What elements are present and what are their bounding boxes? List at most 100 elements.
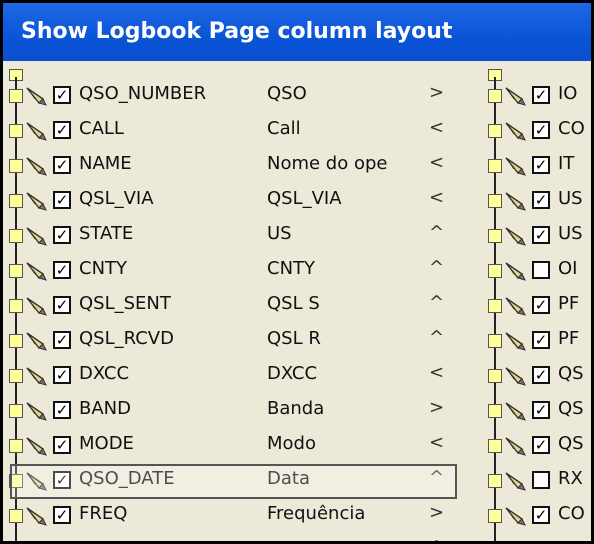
visible-checkbox[interactable]: ✓ xyxy=(532,226,550,244)
edit-pencil-icon[interactable] xyxy=(504,155,528,177)
column-row[interactable]: ✓ NAME Nome do ope < xyxy=(9,147,479,182)
edit-pencil-icon[interactable] xyxy=(25,330,49,352)
visible-checkbox[interactable]: ✓ xyxy=(53,331,71,349)
edit-pencil-icon[interactable] xyxy=(25,155,49,177)
column-row[interactable]: ✓ QS xyxy=(488,392,591,427)
edit-pencil-icon[interactable] xyxy=(504,330,528,352)
sort-indicator[interactable]: ^ xyxy=(429,222,444,243)
sort-indicator[interactable]: ^ xyxy=(429,257,444,278)
visible-checkbox[interactable]: ✓ xyxy=(532,156,550,174)
column-row[interactable]: ✓ DXCC DXCC < xyxy=(9,357,479,392)
edit-pencil-icon[interactable] xyxy=(25,505,49,527)
visible-checkbox[interactable]: ✓ xyxy=(53,296,71,314)
column-label: Frequência xyxy=(267,503,366,524)
column-row[interactable]: ✓ QSO_NUMBER QSO > xyxy=(9,77,479,112)
tree-connector xyxy=(488,532,504,541)
edit-pencil-icon[interactable] xyxy=(504,190,528,212)
column-row[interactable]: ✓ QSL_SENT QSL S ^ xyxy=(9,287,479,322)
column-row[interactable]: ✓SA xyxy=(488,532,591,541)
column-row[interactable]: ✓ MODE Modo < xyxy=(9,427,479,462)
edit-pencil-icon[interactable] xyxy=(504,540,528,541)
column-row[interactable]: ✓ PF xyxy=(488,287,591,322)
visible-checkbox[interactable]: ✓ xyxy=(53,191,71,209)
column-row[interactable]: ✓ US xyxy=(488,182,591,217)
visible-checkbox[interactable]: ✓ xyxy=(532,436,550,454)
sort-indicator[interactable]: < xyxy=(429,432,444,453)
column-row[interactable]: RX xyxy=(488,462,591,497)
visible-checkbox[interactable]: ✓ xyxy=(53,226,71,244)
column-row[interactable]: ✓ US xyxy=(488,217,591,252)
sort-indicator[interactable]: > xyxy=(429,82,444,103)
sort-indicator[interactable]: < xyxy=(429,117,444,138)
pencil-icon xyxy=(26,297,47,316)
edit-pencil-icon[interactable] xyxy=(504,295,528,317)
edit-pencil-icon[interactable] xyxy=(25,435,49,457)
visible-checkbox[interactable]: ✓ xyxy=(532,366,550,384)
edit-pencil-icon[interactable] xyxy=(504,400,528,422)
visible-checkbox[interactable]: ✓ xyxy=(53,401,71,419)
visible-checkbox[interactable]: ✓ xyxy=(53,436,71,454)
edit-pencil-icon[interactable] xyxy=(25,260,49,282)
column-row[interactable]: ✓TIME_ONHora^ xyxy=(9,532,479,541)
sort-indicator[interactable]: > xyxy=(429,502,444,523)
visible-checkbox[interactable]: ✓ xyxy=(53,366,71,384)
column-row[interactable]: ✓ PF xyxy=(488,322,591,357)
edit-pencil-icon[interactable] xyxy=(25,295,49,317)
visible-checkbox[interactable] xyxy=(532,261,550,279)
column-row[interactable]: ✓ CO xyxy=(488,112,591,147)
visible-checkbox[interactable]: ✓ xyxy=(53,156,71,174)
visible-checkbox[interactable]: ✓ xyxy=(532,401,550,419)
column-row[interactable]: ✓ QS xyxy=(488,427,591,462)
column-row[interactable]: ✓ IO xyxy=(488,77,591,112)
field-name: CALL xyxy=(79,118,124,139)
edit-pencil-icon[interactable] xyxy=(504,505,528,527)
visible-checkbox[interactable]: ✓ xyxy=(532,191,550,209)
sort-indicator[interactable]: < xyxy=(429,187,444,208)
visible-checkbox[interactable]: ✓ xyxy=(532,86,550,104)
pencil-icon xyxy=(505,297,526,316)
edit-pencil-icon[interactable] xyxy=(504,260,528,282)
sort-indicator[interactable]: ^ xyxy=(429,537,444,541)
visible-checkbox[interactable]: ✓ xyxy=(53,506,71,524)
column-row[interactable]: ✓ CO xyxy=(488,497,591,532)
visible-checkbox[interactable]: ✓ xyxy=(53,121,71,139)
column-row[interactable]: OI xyxy=(488,252,591,287)
edit-pencil-icon[interactable] xyxy=(504,225,528,247)
edit-pencil-icon[interactable] xyxy=(504,120,528,142)
visible-checkbox[interactable]: ✓ xyxy=(532,331,550,349)
edit-pencil-icon[interactable] xyxy=(25,190,49,212)
edit-pencil-icon[interactable] xyxy=(25,85,49,107)
sort-indicator[interactable]: ^ xyxy=(429,327,444,348)
column-row[interactable]: ✓ QSL_RCVD QSL R ^ xyxy=(9,322,479,357)
column-row[interactable]: ✓ FREQ Frequência > xyxy=(9,497,479,532)
edit-pencil-icon[interactable] xyxy=(25,400,49,422)
edit-pencil-icon[interactable] xyxy=(25,120,49,142)
sort-indicator[interactable]: > xyxy=(429,397,444,418)
visible-checkbox[interactable]: ✓ xyxy=(532,296,550,314)
column-row[interactable]: ✓ STATE US ^ xyxy=(9,217,479,252)
column-row[interactable]: ✓ IT xyxy=(488,147,591,182)
visible-checkbox[interactable]: ✓ xyxy=(532,121,550,139)
edit-pencil-icon[interactable] xyxy=(504,365,528,387)
edit-pencil-icon[interactable] xyxy=(25,225,49,247)
sort-indicator[interactable]: ^ xyxy=(429,292,444,313)
edit-pencil-icon[interactable] xyxy=(25,540,49,541)
edit-pencil-icon[interactable] xyxy=(504,85,528,107)
field-name: CO xyxy=(558,503,585,524)
tree-node-box xyxy=(488,159,502,173)
edit-pencil-icon[interactable] xyxy=(504,435,528,457)
sort-indicator[interactable]: < xyxy=(429,362,444,383)
visible-checkbox[interactable]: ✓ xyxy=(53,86,71,104)
sort-indicator[interactable]: < xyxy=(429,152,444,173)
column-row[interactable]: ✓ CALL Call < xyxy=(9,112,479,147)
visible-checkbox[interactable]: ✓ xyxy=(532,506,550,524)
column-row[interactable]: ✓ QSL_VIA QSL_VIA < xyxy=(9,182,479,217)
visible-checkbox[interactable] xyxy=(532,471,550,489)
edit-pencil-icon[interactable] xyxy=(504,470,528,492)
column-row[interactable]: ✓ BAND Banda > xyxy=(9,392,479,427)
field-name: PF xyxy=(558,293,580,314)
column-row[interactable]: ✓ CNTY CNTY ^ xyxy=(9,252,479,287)
column-row[interactable]: ✓ QS xyxy=(488,357,591,392)
visible-checkbox[interactable]: ✓ xyxy=(53,261,71,279)
edit-pencil-icon[interactable] xyxy=(25,365,49,387)
